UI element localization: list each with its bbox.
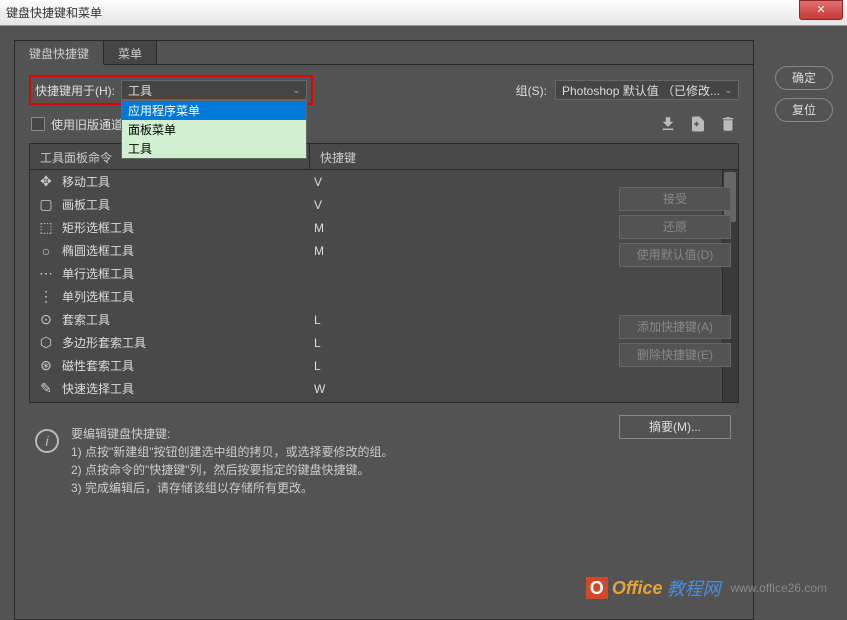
tool-name: 磁性套索工具 [62, 357, 314, 374]
use-default-button[interactable]: 使用默认值(D) [619, 243, 731, 267]
watermark: O Office 教程网 www.office26.com [586, 575, 827, 601]
dropdown-option[interactable]: 面板菜单 [122, 120, 306, 139]
tool-name: 单行选框工具 [62, 265, 314, 282]
info-line: 1) 点按"新建组"按钮创建选中组的拷贝，或选择要修改的组。 [71, 443, 394, 461]
office-logo-icon: O [586, 577, 608, 599]
lasso-icon: ⊙ [38, 312, 54, 328]
tool-key: L [314, 359, 321, 373]
rect-marquee-icon: ⬚ [38, 220, 54, 236]
tool-name: 套索工具 [62, 311, 314, 328]
watermark-brand2: 教程网 [667, 575, 721, 601]
shortcut-for-dropdown-list: 应用程序菜单 面板菜单 工具 [121, 100, 307, 159]
legacy-checkbox[interactable] [31, 117, 45, 131]
watermark-url: www.office26.com [731, 581, 828, 595]
top-controls-row: 快捷键用于(H): 工具 ⌄ 应用程序菜单 面板菜单 工具 组(S): [29, 75, 739, 105]
info-line: 2) 点按命令的"快捷键"列，然后按要指定的键盘快捷键。 [71, 461, 394, 479]
col-marquee-icon: ⋮ [38, 289, 54, 305]
tab-shortcuts[interactable]: 键盘快捷键 [15, 41, 104, 65]
reset-button[interactable]: 复位 [775, 98, 833, 122]
new-set-icon[interactable] [689, 115, 707, 133]
watermark-brand: Office [612, 578, 663, 599]
move-tool-icon: ✥ [38, 174, 54, 190]
summary-button[interactable]: 摘要(M)... [619, 415, 731, 439]
group-dropdown[interactable]: Photoshop 默认值 （已修改... ⌄ [555, 80, 739, 100]
accept-button[interactable]: 接受 [619, 187, 731, 211]
dropdown-option[interactable]: 应用程序菜单 [122, 101, 306, 120]
window-title: 键盘快捷键和菜单 [6, 4, 102, 21]
info-icon: i [35, 429, 59, 453]
group-label: 组(S): [516, 82, 547, 99]
tool-name: 椭圆选框工具 [62, 242, 314, 259]
tool-name: 移动工具 [62, 173, 314, 190]
row-marquee-icon: ⋯ [38, 266, 54, 282]
tool-name: 单列选框工具 [62, 288, 314, 305]
info-text: 要编辑键盘快捷键: 1) 点按"新建组"按钮创建选中组的拷贝，或选择要修改的组。… [71, 425, 394, 497]
poly-lasso-icon: ⬡ [38, 335, 54, 351]
tool-key: W [314, 382, 325, 396]
dialog-action-buttons: 确定 复位 [775, 66, 833, 122]
artboard-tool-icon: ▢ [38, 197, 54, 213]
tab-menus[interactable]: 菜单 [104, 41, 157, 64]
add-shortcut-button[interactable]: 添加快捷键(A) [619, 315, 731, 339]
magnetic-lasso-icon: ⊛ [38, 358, 54, 374]
titlebar: 键盘快捷键和菜单 ✕ [0, 0, 847, 26]
group-value: Photoshop 默认值 （已修改... [562, 82, 720, 99]
tool-key: L [314, 336, 321, 350]
chevron-down-icon: ⌄ [724, 85, 732, 96]
tool-key: M [314, 221, 324, 235]
ok-button[interactable]: 确定 [775, 66, 833, 90]
col-shortcut: 快捷键 [310, 144, 738, 169]
tab-bar: 键盘快捷键 菜单 [15, 41, 753, 65]
trash-icon[interactable] [719, 115, 737, 133]
dialog-body: 确定 复位 键盘快捷键 菜单 快捷键用于(H): 工具 ⌄ 应 [0, 26, 847, 613]
save-set-icon[interactable] [659, 115, 677, 133]
tool-name: 多边形套索工具 [62, 334, 314, 351]
tool-key: M [314, 244, 324, 258]
close-button[interactable]: ✕ [799, 0, 843, 20]
side-button-panel: 接受 还原 使用默认值(D) 添加快捷键(A) 删除快捷键(E) 摘要(M)..… [619, 187, 731, 439]
chevron-down-icon: ⌄ [292, 85, 300, 96]
info-heading: 要编辑键盘快捷键: [71, 425, 394, 443]
highlighted-shortcut-for: 快捷键用于(H): 工具 ⌄ 应用程序菜单 面板菜单 工具 [29, 75, 313, 105]
ellipse-marquee-icon: ○ [38, 243, 54, 259]
shortcut-for-dropdown-wrap: 工具 ⌄ 应用程序菜单 面板菜单 工具 [121, 80, 307, 100]
shortcut-for-label: 快捷键用于(H): [35, 82, 115, 99]
info-line: 3) 完成编辑后，请存储该组以存储所有更改。 [71, 479, 394, 497]
shortcut-for-dropdown[interactable]: 工具 ⌄ [121, 80, 307, 100]
tool-key: L [314, 313, 321, 327]
shortcut-for-value: 工具 [128, 82, 152, 99]
quick-select-icon: ✎ [38, 381, 54, 397]
delete-shortcut-button[interactable]: 删除快捷键(E) [619, 343, 731, 367]
tool-key: V [314, 198, 322, 212]
dropdown-option[interactable]: 工具 [122, 139, 306, 158]
tool-name: 矩形选框工具 [62, 219, 314, 236]
icon-toolbar [659, 115, 737, 133]
tool-key: V [314, 175, 322, 189]
undo-button[interactable]: 还原 [619, 215, 731, 239]
tool-name: 画板工具 [62, 196, 314, 213]
main-panel: 键盘快捷键 菜单 快捷键用于(H): 工具 ⌄ 应用程序菜单 面板菜单 [14, 40, 754, 620]
tool-name: 快速选择工具 [62, 380, 314, 397]
